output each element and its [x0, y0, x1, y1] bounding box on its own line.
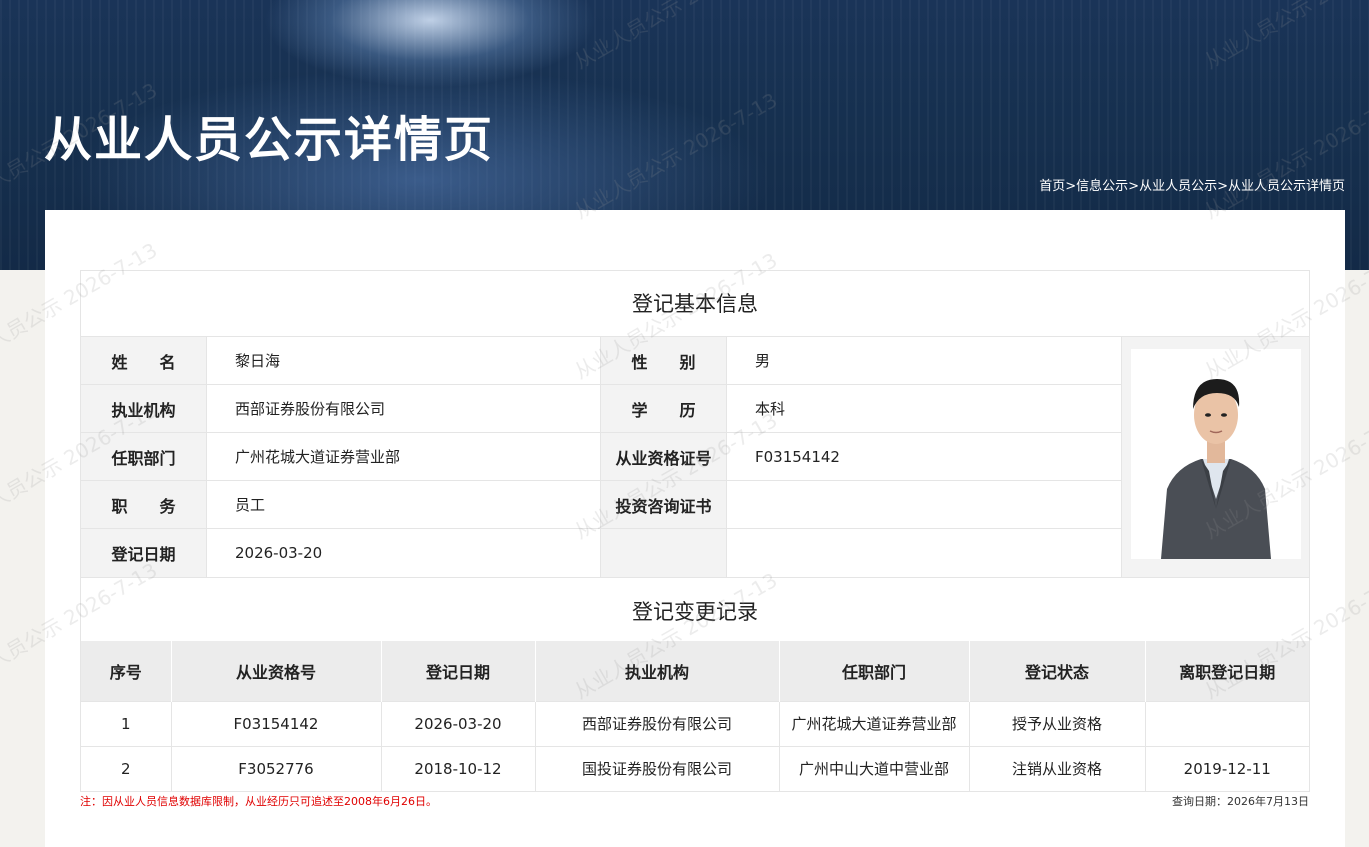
value-name: 黎日海 [207, 337, 601, 384]
breadcrumb-separator: > [1065, 179, 1077, 194]
cell-institution: 西部证券股份有限公司 [535, 700, 780, 746]
query-date: 查询日期：2026年7月13日 [1172, 795, 1309, 808]
label-education: 学 历 [601, 385, 727, 432]
cell-leave-date: 2019-12-11 [1145, 745, 1309, 791]
table-row: 1 F03154142 2026-03-20 西部证券股份有限公司 广州花城大道… [81, 700, 1309, 746]
value-empty [727, 529, 1121, 577]
label-certificate-no: 从业资格证号 [601, 433, 727, 480]
change-records-table: 序号 从业资格号 登记日期 执业机构 任职部门 登记状态 离职登记日期 1 F0… [81, 641, 1309, 791]
value-advisory-cert [727, 481, 1121, 528]
table-row: 2 F3052776 2018-10-12 国投证券股份有限公司 广州中山大道中… [81, 745, 1309, 791]
cell-register-date: 2018-10-12 [381, 745, 536, 791]
cell-leave-date [1145, 700, 1309, 746]
cell-institution: 国投证券股份有限公司 [535, 745, 780, 791]
breadcrumb: 首页>信息公示>从业人员公示>从业人员公示详情页 [1039, 175, 1345, 194]
col-header-leave-date: 离职登记日期 [1145, 641, 1309, 701]
cell-index: 1 [81, 700, 172, 746]
label-register-date: 登记日期 [81, 529, 207, 577]
info-row: 登记日期 2026-03-20 [81, 529, 1121, 577]
value-certificate-no: F03154142 [755, 447, 840, 466]
photo-cell [1121, 337, 1309, 577]
label-department: 任职部门 [81, 433, 207, 480]
cell-status: 授予从业资格 [969, 700, 1146, 746]
breadcrumb-current: 从业人员公示详情页 [1227, 179, 1345, 194]
info-panel: 登记基本信息 姓 名 黎日海 性 别 男 执业机构 西部证券股份有限公司 学 历… [80, 270, 1310, 792]
value-gender: 男 [755, 352, 771, 370]
cell-status: 注销从业资格 [969, 745, 1146, 791]
breadcrumb-separator: > [1128, 179, 1140, 194]
col-header-cert-no: 从业资格号 [171, 641, 382, 701]
info-row: 执业机构 西部证券股份有限公司 学 历 本科 [81, 385, 1121, 433]
col-header-index: 序号 [81, 641, 172, 701]
table-header-row: 序号 从业资格号 登记日期 执业机构 任职部门 登记状态 离职登记日期 [81, 641, 1309, 701]
label-advisory-cert: 投资咨询证书 [601, 481, 727, 528]
footer-note: 注：因从业人员信息数据库限制，从业经历只可追述至2008年6月26日。 [80, 795, 437, 808]
cell-department: 广州中山大道中营业部 [779, 745, 970, 791]
col-header-status: 登记状态 [969, 641, 1146, 701]
info-row: 姓 名 黎日海 性 别 男 [81, 337, 1121, 385]
label-institution: 执业机构 [81, 385, 207, 432]
label-position: 职 务 [81, 481, 207, 528]
cell-index: 2 [81, 745, 172, 791]
basic-info-grid: 姓 名 黎日海 性 别 男 执业机构 西部证券股份有限公司 学 历 本科 任职部… [81, 337, 1309, 577]
col-header-register-date: 登记日期 [381, 641, 536, 701]
value-institution: 西部证券股份有限公司 [207, 385, 601, 432]
label-empty [601, 529, 727, 577]
col-header-institution: 执业机构 [535, 641, 780, 701]
breadcrumb-home-link[interactable]: 首页 [1039, 179, 1065, 194]
value-position: 员工 [207, 481, 601, 528]
value-department: 广州花城大道证券营业部 [207, 433, 601, 480]
cell-register-date: 2026-03-20 [381, 700, 536, 746]
value-register-date: 2026-03-20 [207, 529, 601, 577]
cell-department: 广州花城大道证券营业部 [779, 700, 970, 746]
value-education: 本科 [755, 400, 786, 418]
label-gender: 性 别 [601, 337, 727, 384]
col-header-department: 任职部门 [779, 641, 970, 701]
page-title: 从业人员公示详情页 [44, 112, 495, 168]
breadcrumb-separator: > [1217, 179, 1228, 194]
change-records-title: 登记变更记录 [81, 577, 1309, 641]
label-name: 姓 名 [81, 337, 207, 384]
cell-cert-no: F03154142 [171, 700, 382, 746]
basic-info-fields: 姓 名 黎日海 性 别 男 执业机构 西部证券股份有限公司 学 历 本科 任职部… [81, 337, 1121, 577]
person-photo-icon [1130, 349, 1301, 559]
breadcrumb-info-link[interactable]: 信息公示 [1076, 179, 1128, 194]
cell-cert-no: F3052776 [171, 745, 382, 791]
info-row: 职 务 员工 投资咨询证书 [81, 481, 1121, 529]
info-row: 任职部门 广州花城大道证券营业部 从业资格证号 F03154142 [81, 433, 1121, 481]
basic-info-title: 登记基本信息 [81, 271, 1309, 337]
breadcrumb-staff-link[interactable]: 从业人员公示 [1139, 179, 1217, 194]
